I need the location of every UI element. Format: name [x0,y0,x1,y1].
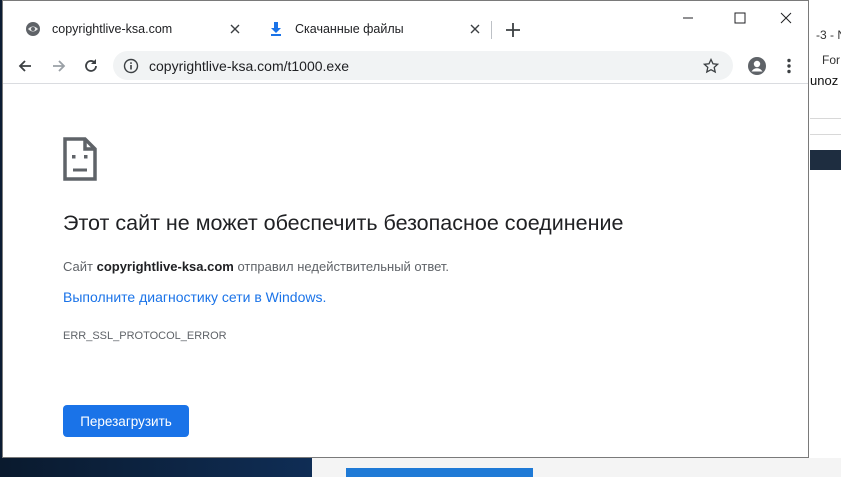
error-page: Этот сайт не может обеспечить безопасное… [3,84,808,457]
maximize-button[interactable] [717,1,763,35]
profile-icon[interactable] [743,52,771,80]
menu-icon[interactable] [775,52,803,80]
tab-downloads[interactable]: Скачанные файлы [254,11,491,47]
address-bar[interactable]: copyrightlive-ksa.com/t1000.exe [113,51,733,80]
background-button [346,468,533,477]
error-site-name: copyrightlive-ksa.com [96,259,234,274]
browser-window: copyrightlive-ksa.com Скачанные файлы co… [2,0,809,458]
network-diagnostics-link[interactable]: Выполните диагностику сети в Windows. [63,289,326,305]
tab-close-icon[interactable] [227,21,243,37]
background-text: -3 - N [816,28,841,42]
tab-active[interactable]: copyrightlive-ksa.com [11,11,251,47]
bookmark-star-icon[interactable] [699,54,723,78]
background-text: For [822,53,840,67]
download-icon [268,21,284,37]
close-window-button[interactable] [763,1,808,35]
toolbar: copyrightlive-ksa.com/t1000.exe [3,47,808,84]
tab-title: copyrightlive-ksa.com [52,22,173,36]
new-tab-button[interactable] [501,18,525,42]
reload-button[interactable]: Перезагрузить [63,405,189,437]
tab-separator [491,21,492,39]
reload-icon[interactable] [77,52,105,80]
sad-document-icon [63,137,97,186]
minimize-button[interactable] [665,1,711,35]
url-text: copyrightlive-ksa.com/t1000.exe [149,57,349,74]
error-title: Этот сайт не может обеспечить безопасное… [63,211,624,235]
forward-button[interactable] [45,52,73,80]
back-button[interactable] [11,52,39,80]
tab-close-icon[interactable] [467,21,483,37]
globe-icon [25,21,41,37]
tab-title: Скачанные файлы [295,22,404,36]
error-description: Сайт copyrightlive-ksa.com отправил неде… [63,259,450,274]
info-icon[interactable] [121,56,141,76]
tab-strip: copyrightlive-ksa.com Скачанные файлы [3,1,808,47]
background-band [810,150,841,170]
background-text: unoz [810,73,839,88]
error-code: ERR_SSL_PROTOCOL_ERROR [63,330,227,342]
